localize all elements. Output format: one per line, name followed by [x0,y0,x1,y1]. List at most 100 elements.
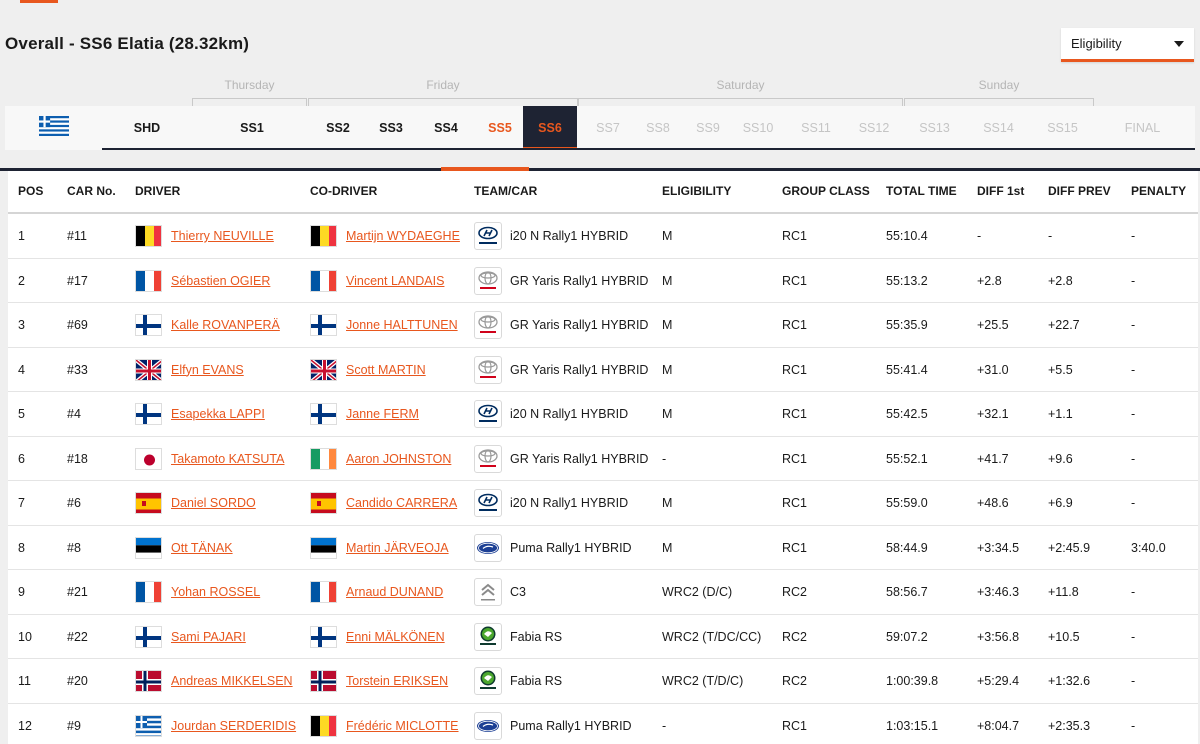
codriver-flag-icon [310,314,337,336]
col-car-no[interactable]: CAR No. [67,184,116,198]
eligibility-cell: WRC2 (D/C) [662,585,733,599]
codriver-flag-icon [310,225,337,247]
driver-link[interactable]: Kalle ROVANPERÄ [171,318,280,332]
driver-link[interactable]: Sami PAJARI [171,630,246,644]
table-row: 6 #18 Takamoto KATSUTA Aaron JOHNSTON GR… [8,437,1198,481]
car-number-cell: #69 [67,318,88,332]
codriver-flag-icon [310,670,337,692]
col-team-car[interactable]: TEAM/CAR [474,184,537,198]
team-car-cell: Puma Rally1 HYBRID [510,540,632,555]
team-car-cell: GR Yaris Rally1 HYBRID [510,451,649,466]
team-car-cell: GR Yaris Rally1 HYBRID [510,273,649,288]
codriver-link[interactable]: Vincent LANDAIS [346,274,444,288]
col-group-class[interactable]: GROUP CLASS [782,184,870,198]
day-bracket [904,98,1094,106]
col-total-time[interactable]: TOTAL TIME [886,184,957,198]
total-time-cell: 55:10.4 [886,229,928,243]
eligibility-cell: - [662,451,667,466]
driver-flag-icon [135,492,162,514]
codriver-link[interactable]: Candido CARRERA [346,496,457,510]
codriver-link[interactable]: Martijn WYDAEGHE [346,229,460,243]
group-class-cell: RC1 [782,273,808,288]
page-title: Overall - SS6 Elatia (28.32km) [5,34,250,53]
diff-prev-cell: +10.5 [1048,629,1080,644]
diff-first-cell: +41.7 [977,451,1009,466]
col-diff-prev[interactable]: DIFF PREV [1048,184,1111,198]
car-number-cell: #11 [67,229,87,243]
codriver-link[interactable]: Enni MÄLKÖNEN [346,630,445,644]
group-class-cell: RC1 [782,362,808,377]
col-diff-1st[interactable]: DIFF 1st [977,184,1024,198]
codriver-link[interactable]: Janne FERM [346,407,419,421]
day-bracket [308,98,578,106]
driver-flag-icon [135,714,162,737]
table-row: 3 #69 Kalle ROVANPERÄ Jonne HALTTUNEN GR… [8,303,1198,348]
group-class-cell: RC1 [782,229,808,243]
penalty-cell: - [1131,318,1136,332]
total-time-cell: 1:03:15.1 [886,718,939,733]
codriver-link[interactable]: Arnaud DUNAND [346,585,443,599]
codriver-link[interactable]: Martin JÄRVEOJA [346,541,449,555]
car-number-cell: #22 [67,629,88,644]
diff-first-cell: +48.6 [977,496,1009,510]
driver-link[interactable]: Esapekka LAPPI [171,407,265,421]
group-class-cell: RC2 [782,674,808,688]
col-penalty[interactable]: PENALTY [1131,184,1186,198]
penalty-cell: - [1131,496,1136,510]
team-car-cell: i20 N Rally1 HYBRID [510,407,629,421]
codriver-flag-icon [310,625,337,648]
codriver-link[interactable]: Jonne HALTTUNEN [346,318,458,332]
total-time-cell: 58:56.7 [886,585,928,599]
diff-prev-cell: +5.5 [1048,362,1073,377]
driver-link[interactable]: Daniel SORDO [171,496,256,510]
driver-link[interactable]: Sébastien OGIER [171,274,270,288]
stage-tab-ss8: SS8 [646,121,670,135]
stage-tab-ss4[interactable]: SS4 [423,106,469,150]
stage-tab-shd[interactable]: SHD [123,106,171,150]
stage-tab-ss6[interactable]: SS6 [523,106,577,150]
stage-tab-ss1[interactable]: SS1 [227,106,277,150]
col-eligibility[interactable]: ELIGIBILITY [662,184,731,198]
table-row: 1 #11 Thierry NEUVILLE Martijn WYDAEGHE … [8,214,1198,259]
driver-link[interactable]: Elfyn EVANS [171,363,244,377]
position-cell: 7 [18,496,25,510]
codriver-flag-icon [310,536,337,559]
driver-flag-icon [135,625,162,648]
driver-link[interactable]: Jourdan SERDERIDIS [171,719,296,733]
eligibility-cell: M [662,362,673,377]
codriver-link[interactable]: Frédéric MICLOTTE [346,719,459,733]
stage-tab-ss5[interactable]: SS5 [477,106,523,150]
diff-first-cell: +25.5 [977,318,1009,332]
driver-link[interactable]: Thierry NEUVILLE [171,229,274,243]
driver-link[interactable]: Andreas MIKKELSEN [171,674,293,688]
col-driver[interactable]: DRIVER [135,184,180,198]
col-pos[interactable]: POS [18,184,43,198]
table-row: 5 #4 Esapekka LAPPI Janne FERM i20 N Ral… [8,392,1198,437]
stage-tab-ss3[interactable]: SS3 [368,106,414,150]
eligibility-cell: M [662,318,673,332]
diff-first-cell: +32.1 [977,407,1009,421]
driver-link[interactable]: Takamoto KATSUTA [171,452,284,466]
penalty-cell: - [1131,273,1136,288]
group-class-cell: RC1 [782,318,808,332]
day-groups: Thursday Friday Saturday Sunday [0,78,1200,108]
position-cell: 2 [18,273,25,288]
driver-link[interactable]: Ott TÄNAK [171,541,233,555]
codriver-link[interactable]: Aaron JOHNSTON [346,452,451,466]
driver-flag-icon [135,269,162,292]
total-time-cell: 55:41.4 [886,362,928,377]
penalty-cell: - [1131,674,1136,688]
col-co-driver[interactable]: CO-DRIVER [310,184,377,198]
table-row: 8 #8 Ott TÄNAK Martin JÄRVEOJA Puma Rall… [8,526,1198,570]
driver-link[interactable]: Yohan ROSSEL [171,585,260,599]
diff-prev-cell: - [1048,229,1053,243]
codriver-flag-icon [310,492,337,514]
codriver-link[interactable]: Scott MARTIN [346,363,426,377]
eligibility-select-label: Eligibility [1071,36,1122,51]
codriver-link[interactable]: Torstein ERIKSEN [346,674,448,688]
driver-flag-icon [135,403,162,425]
total-time-cell: 55:52.1 [886,451,928,466]
team-car-cell: i20 N Rally1 HYBRID [510,496,629,510]
stage-tab-ss2[interactable]: SS2 [315,106,361,150]
eligibility-select[interactable]: Eligibility [1061,28,1194,62]
